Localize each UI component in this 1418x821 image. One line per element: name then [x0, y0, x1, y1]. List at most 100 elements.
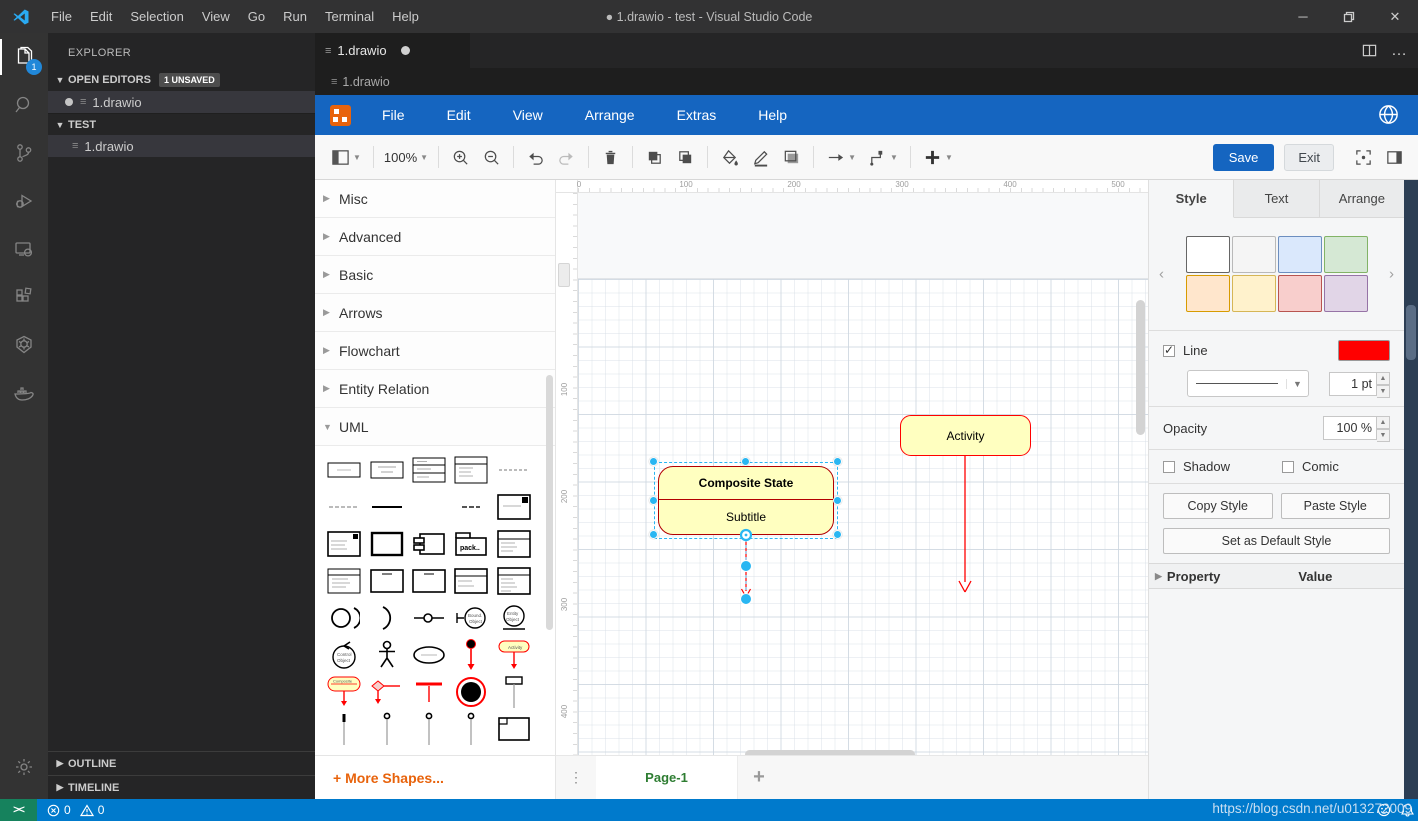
tab-text[interactable]: Text — [1234, 180, 1320, 218]
uml-shape-component[interactable] — [410, 527, 448, 561]
uml-shape-activity-preview[interactable]: Activity — [495, 638, 533, 672]
tree-item-file[interactable]: ≡ 1.drawio — [48, 135, 315, 157]
fill-color-button[interactable] — [714, 142, 745, 172]
canvas-node-activity[interactable]: Activity — [900, 415, 1031, 456]
run-debug-icon[interactable] — [0, 177, 48, 225]
menu-go[interactable]: Go — [239, 0, 274, 33]
uml-shape-list[interactable] — [325, 564, 363, 598]
uml-shape-class-sections[interactable] — [410, 453, 448, 487]
folder-test-header[interactable]: ▼ TEST — [48, 113, 315, 135]
swatch-next-icon[interactable]: › — [1389, 266, 1394, 283]
swatch-red[interactable] — [1277, 275, 1322, 312]
fullscreen-icon[interactable] — [1348, 142, 1379, 172]
problems-status[interactable]: 0 0 — [47, 803, 104, 817]
delete-button[interactable] — [595, 142, 626, 172]
minimize-button[interactable]: ─ — [1280, 0, 1326, 33]
uml-shape-composite-state-preview[interactable]: Composite — [325, 675, 363, 709]
uml-shape-package[interactable]: pack.. — [452, 527, 490, 561]
drawio-menu-view[interactable]: View — [492, 107, 564, 123]
selection-handle-sw[interactable] — [649, 530, 658, 539]
page-tab-1[interactable]: Page-1 — [596, 756, 738, 799]
uml-shape-actor[interactable] — [368, 638, 406, 672]
zoom-out-button[interactable] — [476, 142, 507, 172]
line-color-button[interactable] — [745, 142, 776, 172]
zoom-in-button[interactable] — [445, 142, 476, 172]
extensions-icon[interactable] — [0, 273, 48, 321]
redo-button[interactable] — [551, 142, 582, 172]
more-shapes-button[interactable]: + More Shapes... — [315, 755, 555, 799]
uml-shape-class-4[interactable] — [495, 564, 533, 598]
uml-shape-field-text[interactable] — [495, 453, 533, 487]
swatch-blue[interactable] — [1277, 236, 1322, 273]
close-button[interactable]: ✕ — [1372, 0, 1418, 33]
tab-arrange[interactable]: Arrange — [1319, 180, 1404, 218]
line-style-select[interactable]: ▼ — [1187, 370, 1309, 397]
uml-shape-item[interactable] — [452, 490, 490, 524]
uml-shape-use-case[interactable] — [410, 638, 448, 672]
selection-handle-ne[interactable] — [833, 457, 842, 466]
uml-shape-class[interactable] — [368, 453, 406, 487]
uml-shape-class-icon[interactable] — [325, 527, 363, 561]
restore-button[interactable] — [1326, 0, 1372, 33]
uml-shape-titled-rect[interactable] — [368, 564, 406, 598]
line-color-swatch[interactable] — [1338, 340, 1390, 361]
uml-shape-fork-join[interactable] — [410, 675, 448, 709]
uml-shape-required-interface[interactable] — [368, 601, 406, 635]
uml-shape-object[interactable] — [325, 453, 363, 487]
split-editor-icon[interactable] — [1362, 43, 1377, 58]
opacity-input[interactable]: 100 % — [1323, 416, 1377, 440]
more-actions-icon[interactable]: … — [1391, 42, 1408, 60]
webview-scrollbar-thumb[interactable] — [1406, 305, 1416, 360]
open-editors-header[interactable]: ▼ OPEN EDITORS 1 UNSAVED — [48, 69, 315, 91]
swatch-green[interactable] — [1323, 236, 1368, 273]
remote-indicator[interactable]: >< — [0, 799, 37, 821]
canvas-node-composite-state[interactable]: Composite State Subtitle — [658, 466, 834, 535]
diagram-canvas[interactable]: 0 100 200 300 400 500 100 200 300 400 Ac… — [556, 180, 1148, 799]
uml-shape-divider-line[interactable] — [368, 490, 406, 524]
webview-scrollbar[interactable] — [1404, 180, 1418, 799]
to-back-button[interactable] — [670, 142, 701, 172]
selection-handle-nw[interactable] — [649, 457, 658, 466]
page-area[interactable]: Activity Composite State Subtitle — [578, 193, 1148, 799]
settings-gear-icon[interactable] — [0, 743, 48, 791]
uml-shape-titled-rect-2[interactable] — [410, 564, 448, 598]
selection-handle-w[interactable] — [649, 496, 658, 505]
section-entity-relation[interactable]: ▶ Entity Relation — [315, 370, 555, 408]
open-editor-item[interactable]: ≡ 1.drawio — [48, 91, 315, 113]
section-basic[interactable]: ▶ Basic — [315, 256, 555, 294]
breadcrumb[interactable]: ≡ 1.drawio — [315, 68, 1418, 95]
uml-shape-initial-state[interactable] — [452, 638, 490, 672]
menu-selection[interactable]: Selection — [121, 0, 192, 33]
kubernetes-icon[interactable] — [0, 321, 48, 369]
uml-shape-final-state[interactable] — [452, 675, 490, 709]
uml-shape-interface-class[interactable] — [495, 527, 533, 561]
uml-shape-rectangle[interactable] — [368, 527, 406, 561]
explorer-icon[interactable]: 1 — [0, 33, 48, 81]
swatch-yellow[interactable] — [1231, 275, 1276, 312]
uml-shape-control-object[interactable]: Control Object — [325, 638, 363, 672]
uml-shape-provided-required-interface[interactable] — [325, 601, 363, 635]
swatch-white[interactable] — [1185, 236, 1230, 273]
uml-shape-lollipop[interactable] — [410, 601, 448, 635]
to-front-button[interactable] — [639, 142, 670, 172]
uml-shape-text[interactable] — [325, 490, 363, 524]
exit-button[interactable]: Exit — [1284, 143, 1334, 171]
pages-menu-icon[interactable]: ⋮ — [556, 756, 596, 799]
uml-shape-lifeline-pin-3[interactable] — [452, 712, 490, 746]
language-globe-icon[interactable] — [1377, 103, 1400, 126]
section-advanced[interactable]: ▶ Advanced — [315, 218, 555, 256]
drawio-menu-edit[interactable]: Edit — [426, 107, 492, 123]
connection-arrow-button[interactable]: ▼ — [820, 142, 862, 172]
property-value-header[interactable]: ▶ Property Value — [1149, 563, 1404, 589]
menu-view[interactable]: View — [193, 0, 239, 33]
menu-help[interactable]: Help — [383, 0, 428, 33]
swatch-orange[interactable] — [1185, 275, 1230, 312]
swatch-gray[interactable] — [1231, 236, 1276, 273]
drawio-menu-help[interactable]: Help — [737, 107, 808, 123]
uml-shape-object-lifeline[interactable] — [495, 675, 533, 709]
line-checkbox[interactable] — [1163, 343, 1175, 357]
view-button[interactable]: ▼ — [325, 142, 367, 172]
search-icon[interactable] — [0, 81, 48, 129]
save-button[interactable]: Save — [1212, 143, 1275, 171]
add-page-button[interactable]: + — [738, 756, 780, 799]
